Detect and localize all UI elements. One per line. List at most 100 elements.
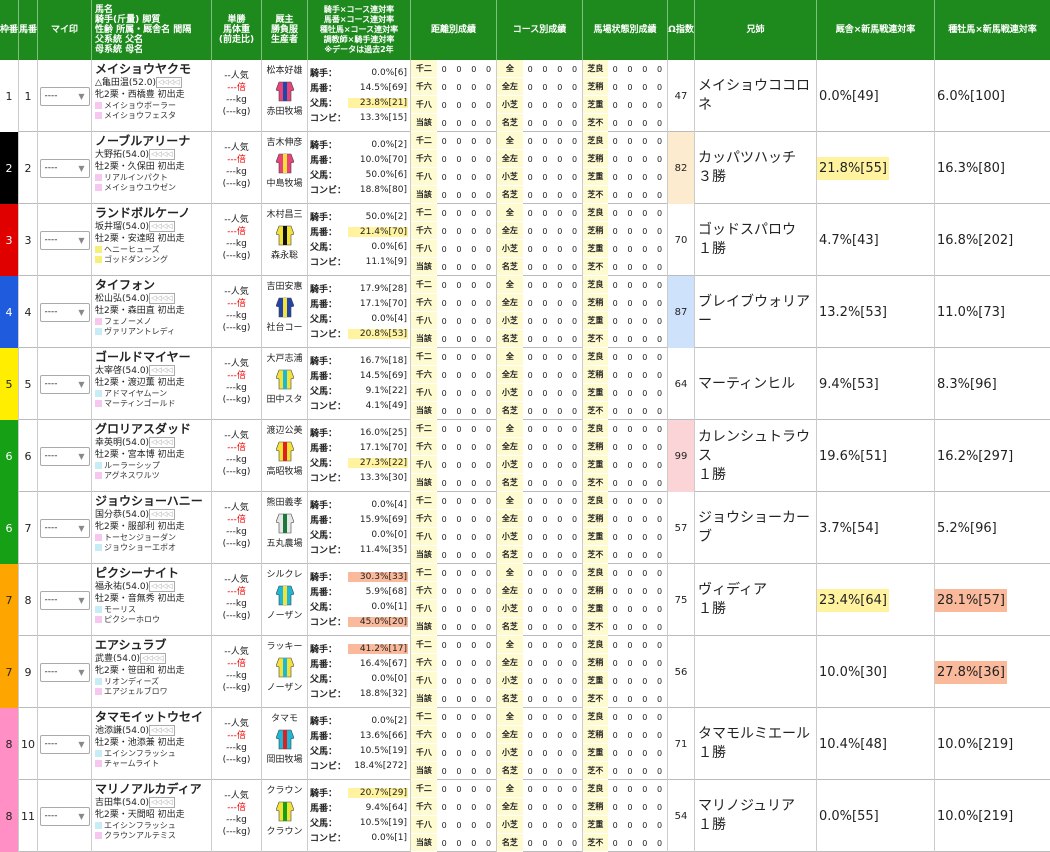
track-record: 芝良 0 0 0 0 芝稍 0 0 0 0 芝重 0 0 0 0 芝不 0 0 0 0 bbox=[583, 492, 668, 564]
record-count: 0 bbox=[527, 550, 533, 560]
record-count: 0 bbox=[471, 514, 477, 524]
horse-name-link[interactable]: タマモイットウセイ bbox=[95, 710, 208, 725]
jockey-line: 太宰啓(54.0) ◁◁◁◁ bbox=[95, 365, 208, 377]
mark-select[interactable]: ---- ▼ bbox=[39, 518, 90, 538]
distance-record-label: 千二 bbox=[411, 564, 437, 582]
record-count: 0 bbox=[471, 586, 477, 596]
stable-debut-rate-cell: 4.7%[43] bbox=[817, 204, 935, 276]
sibling-name-link[interactable]: タマモルミエール bbox=[698, 725, 816, 744]
track-record-label: 芝不 bbox=[583, 762, 608, 780]
mark-cell: ---- ▼ bbox=[38, 780, 92, 852]
stat-value: 5.9%[68] bbox=[365, 586, 407, 597]
horse-name-link[interactable]: ランドボルケーノ bbox=[95, 206, 208, 221]
mark-select[interactable]: ---- ▼ bbox=[39, 230, 90, 250]
course-stats-cell: 騎手： 0.0%[4] 馬番： 15.9%[69] 父馬： 0.0%[0] コンビ： 11.4… bbox=[308, 492, 411, 564]
mark-select[interactable]: ---- ▼ bbox=[39, 734, 90, 754]
header-stats-line: 馬番×コース連対率 bbox=[323, 15, 395, 24]
sibling-name-link[interactable]: ヴィディア bbox=[698, 581, 816, 600]
header-stats: 騎手×コース連対率 馬番×コース連対率 種牡馬×コース連対率 調教師×騎手連対率… bbox=[308, 0, 411, 60]
record-count: 0 bbox=[441, 226, 447, 236]
sibling-name-link[interactable]: マーティンヒル bbox=[698, 375, 816, 394]
stable-debut-rate-cell: 23.4%[64] bbox=[817, 564, 935, 636]
horse-name-link[interactable]: グロリアスダッド bbox=[95, 422, 208, 437]
track-record-label: 芝稍 bbox=[583, 150, 608, 168]
sire-name: メイショウボーラー bbox=[104, 101, 176, 110]
record-count: 0 bbox=[657, 334, 663, 344]
course-record-label: 全左 bbox=[497, 78, 523, 96]
sibling-name-link[interactable]: メイショウココロネ bbox=[698, 77, 816, 115]
omega-index: 57 bbox=[668, 492, 695, 564]
record-count: 0 bbox=[441, 136, 447, 146]
stat-row: 騎手： 17.9%[28] bbox=[308, 281, 410, 296]
record-count: 0 bbox=[557, 532, 563, 542]
sibling-cell: マーティンヒル bbox=[695, 348, 817, 420]
jockey-name: △亀田温(52.0) bbox=[95, 78, 156, 88]
record-count: 0 bbox=[557, 748, 563, 758]
stat-label: 馬番： bbox=[310, 300, 338, 310]
waku-cell: 6 bbox=[0, 492, 19, 564]
horse-name-link[interactable]: ゴールドマイヤー bbox=[95, 350, 208, 365]
sibling-name-link[interactable]: ブレイブウォリアー bbox=[698, 293, 816, 331]
record-count: 0 bbox=[486, 748, 492, 758]
record-count: 0 bbox=[527, 172, 533, 182]
waku-cell: 1 bbox=[0, 60, 19, 132]
mark-select[interactable]: ---- ▼ bbox=[39, 446, 90, 466]
mark-select[interactable]: ---- ▼ bbox=[39, 86, 90, 106]
body-weight: ---kg bbox=[226, 455, 247, 465]
chevron-down-icon: ▼ bbox=[78, 91, 85, 101]
odds-cell: --人気 ---倍 ---kg (---kg) bbox=[212, 780, 262, 852]
record-count: 0 bbox=[612, 172, 618, 182]
owner-cell: ラッキー ノーザン bbox=[262, 636, 308, 708]
sibling-name-link[interactable]: カレンシュトラウス bbox=[698, 428, 816, 466]
sibling-name-link[interactable]: ジョウショーカーブ bbox=[698, 509, 816, 547]
popularity: --人気 bbox=[224, 719, 249, 729]
horse-name-link[interactable]: ジョウショーハニー bbox=[95, 494, 208, 509]
course-stats-cell: 騎手： 41.2%[17] 馬番： 16.4%[67] 父馬： 0.0%[0] コンビ： 18… bbox=[308, 636, 411, 708]
record-count: 0 bbox=[657, 64, 663, 74]
record-count: 0 bbox=[657, 766, 663, 776]
horse-name-link[interactable]: メイショウヤクモ bbox=[95, 62, 208, 77]
sibling-name-link[interactable]: カッパツハッチ bbox=[698, 149, 816, 168]
record-count: 0 bbox=[612, 82, 618, 92]
record-count: 0 bbox=[572, 316, 578, 326]
record-count: 0 bbox=[657, 244, 663, 254]
sire-line: リオンディーズ bbox=[95, 677, 208, 687]
mark-select[interactable]: ---- ▼ bbox=[39, 590, 90, 610]
course-record-label: 全 bbox=[497, 636, 523, 654]
record-count: 0 bbox=[657, 640, 663, 650]
mark-select[interactable]: ---- ▼ bbox=[39, 302, 90, 322]
distance-record-label: 千六 bbox=[411, 510, 437, 528]
horse-name-link[interactable]: ピクシーナイト bbox=[95, 566, 208, 581]
horse-name-link[interactable]: エアシュラブ bbox=[95, 638, 208, 653]
mark-select[interactable]: ---- ▼ bbox=[39, 158, 90, 178]
mark-cell: ---- ▼ bbox=[38, 492, 92, 564]
horse-name-link[interactable]: タイフォン bbox=[95, 278, 208, 293]
record-count: 0 bbox=[542, 802, 548, 812]
record-count: 0 bbox=[557, 838, 563, 848]
record-count: 0 bbox=[527, 514, 533, 524]
record-count: 0 bbox=[486, 406, 492, 416]
course-record-label: 全左 bbox=[497, 150, 523, 168]
mark-select[interactable]: ---- ▼ bbox=[39, 806, 90, 826]
sibling-name-link[interactable]: マリノジュリア bbox=[698, 797, 816, 816]
record-count: 0 bbox=[441, 586, 447, 596]
mark-select[interactable]: ---- ▼ bbox=[39, 374, 90, 394]
body-weight: ---kg bbox=[226, 383, 247, 393]
dam-name: ピクシーホロウ bbox=[104, 615, 160, 624]
distance-record-label: 千二 bbox=[411, 492, 437, 510]
record-count: 0 bbox=[627, 100, 633, 110]
stat-label: 騎手： bbox=[310, 69, 338, 79]
record-count: 0 bbox=[657, 82, 663, 92]
stat-row: 騎手： 16.0%[25] bbox=[308, 425, 410, 440]
table-row: 5 5 ---- ▼ ゴールドマイヤー 太宰啓(54.0) ◁◁◁◁ 牡2栗・渡辺薫 初出走ア… bbox=[0, 348, 1050, 420]
horse-name-link[interactable]: ノーブルアリーナ bbox=[95, 134, 208, 149]
mark-select[interactable]: ---- ▼ bbox=[39, 662, 90, 682]
sibling-name-link[interactable]: ゴッドスパロウ bbox=[698, 221, 816, 240]
record-count: 0 bbox=[542, 226, 548, 236]
stat-label: 父馬： bbox=[310, 459, 338, 469]
record-count: 0 bbox=[527, 280, 533, 290]
odds-cell: --人気 ---倍 ---kg (---kg) bbox=[212, 204, 262, 276]
stat-value: 13.6%[66] bbox=[359, 730, 407, 741]
course-record-label: 全左 bbox=[497, 726, 523, 744]
horse-name-link[interactable]: マリノアルカディア bbox=[95, 782, 208, 797]
